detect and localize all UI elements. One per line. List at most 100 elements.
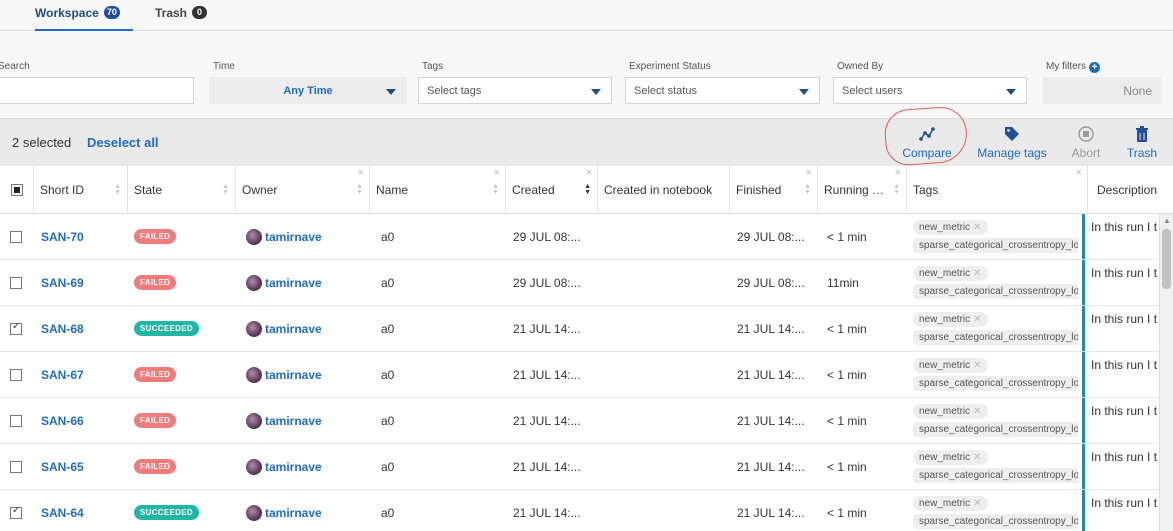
- tags-select[interactable]: Select tags: [418, 77, 612, 104]
- tab-workspace[interactable]: Workspace 70: [35, 6, 133, 31]
- tag-chip[interactable]: new_metric ✕: [913, 220, 988, 235]
- status-select[interactable]: Select status: [625, 77, 820, 104]
- column-name[interactable]: Name × ▲ ▼: [370, 166, 506, 214]
- column-tags[interactable]: Tags ×: [907, 166, 1088, 214]
- remove-tag-icon[interactable]: ✕: [973, 314, 981, 325]
- row-checkbox[interactable]: [10, 276, 22, 289]
- owner-link[interactable]: tamirnave: [265, 322, 322, 336]
- time-select[interactable]: Any Time: [209, 77, 407, 104]
- manage-tags-button[interactable]: Manage tags: [977, 125, 1047, 160]
- row-checkbox-cell[interactable]: [10, 398, 22, 443]
- remove-tag-icon[interactable]: ✕: [973, 498, 981, 509]
- tab-trash[interactable]: Trash 0: [155, 6, 208, 31]
- table-row[interactable]: SAN-70 FAILED tamirnave a0 29 JUL 08:... 29 J…: [0, 214, 1160, 260]
- table-row[interactable]: SAN-64 SUCCEEDED tamirnave a0 21 JUL 14:... 2…: [0, 490, 1160, 531]
- search-input[interactable]: [0, 77, 194, 104]
- column-created[interactable]: Created × ▲ ▼: [506, 166, 598, 214]
- row-checkbox[interactable]: [10, 230, 22, 243]
- column-description[interactable]: Description: [1088, 166, 1173, 214]
- remove-column-icon[interactable]: ×: [586, 167, 592, 179]
- select-all-checkbox-cell[interactable]: [0, 166, 34, 214]
- my-filters-select[interactable]: None: [1043, 77, 1161, 104]
- tag-chip[interactable]: new_metric ✕: [913, 496, 988, 511]
- tag-chip[interactable]: new_metric ✕: [913, 358, 988, 373]
- tag-chip[interactable]: new_metric ✕: [913, 266, 988, 281]
- table-row[interactable]: SAN-67 FAILED tamirnave a0 21 JUL 14:... 21 J…: [0, 352, 1160, 398]
- row-checkbox-cell[interactable]: [10, 260, 22, 305]
- description-edit-bar[interactable]: [1082, 490, 1085, 531]
- table-row[interactable]: SAN-66 FAILED tamirnave a0 21 JUL 14:... 21 J…: [0, 398, 1160, 444]
- deselect-all-button[interactable]: Deselect all: [87, 135, 159, 150]
- remove-tag-icon[interactable]: ✕: [973, 452, 981, 463]
- select-all-checkbox[interactable]: [10, 184, 23, 196]
- tag-chip[interactable]: sparse_categorical_crossentropy_loss✕: [913, 238, 1078, 253]
- tag-chip[interactable]: sparse_categorical_crossentropy_loss✕: [913, 284, 1078, 299]
- sort-icon[interactable]: ▲ ▼: [114, 183, 121, 196]
- row-checkbox-cell[interactable]: [10, 444, 22, 489]
- tag-chip[interactable]: new_metric ✕: [913, 450, 988, 465]
- table-row[interactable]: SAN-69 FAILED tamirnave a0 29 JUL 08:... 29 J…: [0, 260, 1160, 306]
- tag-chip[interactable]: new_metric ✕: [913, 312, 988, 327]
- description-edit-bar[interactable]: [1082, 306, 1085, 351]
- owner-link[interactable]: tamirnave: [265, 368, 322, 382]
- owner-link[interactable]: tamirnave: [265, 506, 322, 520]
- row-checkbox-cell[interactable]: [10, 214, 22, 259]
- scroll-up-icon[interactable]: ▲: [1163, 216, 1171, 225]
- short-id-link[interactable]: SAN-64: [41, 506, 84, 520]
- column-created-in-notebook[interactable]: Created in notebook: [598, 166, 730, 214]
- table-row[interactable]: SAN-68 SUCCEEDED tamirnave a0 21 JUL 14:... 2…: [0, 306, 1160, 352]
- abort-button[interactable]: Abort: [1068, 125, 1104, 160]
- description-edit-bar[interactable]: [1082, 214, 1085, 259]
- sort-icon[interactable]: ▲ ▼: [492, 183, 499, 196]
- sort-icon[interactable]: ▲ ▼: [893, 183, 900, 196]
- tag-chip[interactable]: sparse_categorical_crossentropy_loss✕: [913, 468, 1078, 483]
- column-short-id[interactable]: Short ID ▲ ▼: [34, 166, 128, 214]
- remove-tag-icon[interactable]: ✕: [973, 222, 981, 233]
- remove-column-icon[interactable]: ×: [895, 167, 901, 179]
- column-finished[interactable]: Finished × ▲ ▼: [730, 166, 818, 214]
- owner-link[interactable]: tamirnave: [265, 460, 322, 474]
- tag-chip[interactable]: sparse_categorical_crossentropy_loss✕: [913, 422, 1078, 437]
- scroll-thumb[interactable]: [1162, 229, 1171, 289]
- description-edit-bar[interactable]: [1082, 352, 1085, 397]
- description-edit-bar[interactable]: [1082, 260, 1085, 305]
- short-id-link[interactable]: SAN-66: [41, 414, 84, 428]
- description-edit-bar[interactable]: [1082, 398, 1085, 443]
- row-checkbox-cell[interactable]: [10, 490, 22, 531]
- description-edit-bar[interactable]: [1082, 444, 1085, 489]
- row-checkbox[interactable]: [10, 414, 22, 427]
- sort-desc-icon[interactable]: ▲ ▼: [584, 183, 591, 196]
- column-running-time[interactable]: Running … × ▲ ▼: [818, 166, 907, 214]
- remove-column-icon[interactable]: ×: [1076, 167, 1082, 179]
- remove-column-icon[interactable]: ×: [358, 167, 364, 179]
- table-row[interactable]: SAN-65 FAILED tamirnave a0 21 JUL 14:... 21 J…: [0, 444, 1160, 490]
- trash-button[interactable]: Trash: [1124, 125, 1160, 160]
- tag-chip[interactable]: sparse_categorical_crossentropy_loss✕: [913, 376, 1078, 391]
- short-id-link[interactable]: SAN-65: [41, 460, 84, 474]
- short-id-link[interactable]: SAN-70: [41, 230, 84, 244]
- add-filter-icon[interactable]: +: [1089, 62, 1100, 73]
- row-checkbox-cell[interactable]: [10, 306, 22, 351]
- remove-tag-icon[interactable]: ✕: [973, 268, 981, 279]
- remove-tag-icon[interactable]: ✕: [973, 360, 981, 371]
- sort-icon[interactable]: ▲ ▼: [804, 183, 811, 196]
- short-id-link[interactable]: SAN-69: [41, 276, 84, 290]
- remove-column-icon[interactable]: ×: [494, 167, 500, 179]
- row-checkbox[interactable]: [10, 505, 22, 519]
- column-owner[interactable]: Owner × ▲ ▼: [236, 166, 370, 214]
- short-id-link[interactable]: SAN-68: [41, 322, 84, 336]
- row-checkbox[interactable]: [10, 368, 22, 381]
- tag-chip[interactable]: new_metric ✕: [913, 404, 988, 419]
- tag-chip[interactable]: sparse_categorical_crossentropy_loss✕: [913, 330, 1078, 345]
- row-checkbox[interactable]: [10, 460, 22, 473]
- remove-column-icon[interactable]: ×: [806, 167, 812, 179]
- owner-link[interactable]: tamirnave: [265, 414, 322, 428]
- sort-icon[interactable]: ▲ ▼: [356, 183, 363, 196]
- row-checkbox-cell[interactable]: [10, 352, 22, 397]
- owner-link[interactable]: tamirnave: [265, 276, 322, 290]
- column-state[interactable]: State ▲ ▼: [128, 166, 236, 214]
- owned-by-select[interactable]: Select users: [833, 77, 1027, 104]
- owner-link[interactable]: tamirnave: [265, 230, 322, 244]
- vertical-scrollbar[interactable]: ▲: [1159, 214, 1173, 531]
- sort-icon[interactable]: ▲ ▼: [222, 183, 229, 196]
